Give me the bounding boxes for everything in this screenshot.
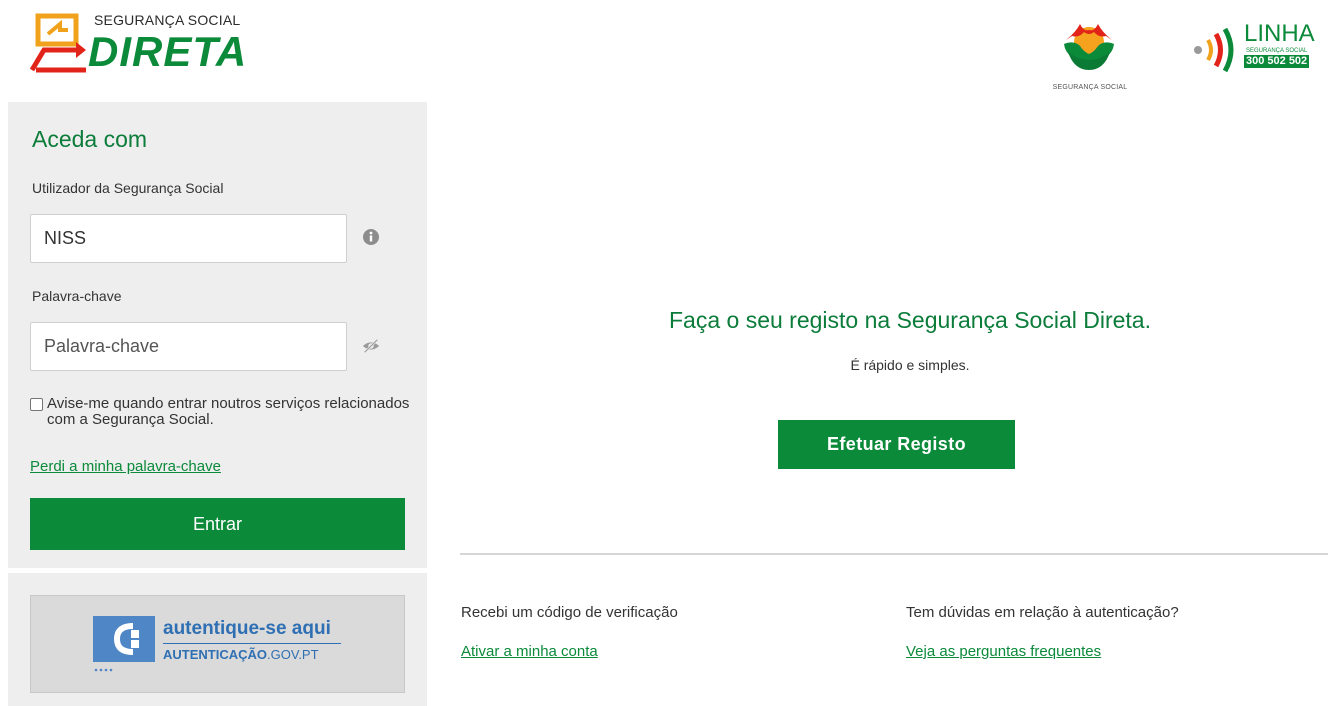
login-panel: Aceda com Utilizador da Segurança Social… <box>8 102 427 568</box>
forgot-password-link[interactable]: Perdi a minha palavra-chave <box>30 458 221 475</box>
ss-direta-logo-icon <box>29 13 86 73</box>
linha-title: LINHA <box>1244 22 1315 47</box>
autenticacao-sub-light: .GOV.PT <box>267 647 319 662</box>
section-divider <box>460 553 1328 555</box>
seguranca-social-logo[interactable]: SEGURANÇA SOCIAL <box>1036 10 1146 96</box>
activate-account-link[interactable]: Ativar a minha conta <box>461 643 598 660</box>
niss-input[interactable] <box>30 214 347 263</box>
linha-phone-number: 300 502 502 <box>1244 55 1310 68</box>
linha-ss-logo[interactable]: LINHA SEGURANÇA SOCIAL 300 502 502 <box>1190 22 1328 82</box>
brand-small-text: SEGURANÇA SOCIAL <box>94 12 241 28</box>
auth-doubts-label: Tem dúvidas em relação à autenticação? <box>906 604 1179 621</box>
info-icon[interactable] <box>362 228 380 246</box>
register-subheading: É rápido e simples. <box>460 357 1328 373</box>
remember-checkbox[interactable] <box>30 398 43 411</box>
autenticacao-gov-icon <box>93 616 155 672</box>
ss-logo-caption: SEGURANÇA SOCIAL <box>1052 84 1128 91</box>
register-heading: Faça o seu registo na Segurança Social D… <box>460 307 1328 334</box>
autenticacao-sub-bold: AUTENTICAÇÃO <box>163 647 267 662</box>
brand-big-text: DIRETA <box>88 28 248 75</box>
password-input[interactable] <box>30 322 347 371</box>
page-header: SEGURANÇA SOCIAL DIRETA SEGURANÇA SOCIAL… <box>0 0 1328 100</box>
autenticacao-main-text: autentique-se aqui <box>163 618 331 639</box>
autenticacao-sub-text: AUTENTICAÇÃO.GOV.PT <box>163 647 319 662</box>
ss-direta-logo[interactable]: SEGURANÇA SOCIAL DIRETA <box>28 8 268 78</box>
remember-text: Avise-me quando entrar noutros serviços … <box>47 395 410 428</box>
login-title: Aceda com <box>32 126 148 152</box>
linha-subtitle: SEGURANÇA SOCIAL <box>1246 48 1308 54</box>
login-button[interactable]: Entrar <box>30 498 405 550</box>
seguranca-social-emblem-icon <box>1064 24 1114 70</box>
sound-waves-icon <box>1194 28 1234 72</box>
autenticacao-panel: autentique-se aqui AUTENTICAÇÃO.GOV.PT <box>8 573 427 706</box>
verification-code-label: Recebi um código de verificação <box>461 604 678 621</box>
autenticacao-gov-logo: autentique-se aqui AUTENTICAÇÃO.GOV.PT <box>93 616 351 676</box>
faq-link[interactable]: Veja as perguntas frequentes <box>906 643 1101 660</box>
register-heading-text: Faça o seu registo na Segurança Social D… <box>669 307 1151 333</box>
register-subheading-text: É rápido e simples. <box>850 357 970 373</box>
register-button[interactable]: Efetuar Registo <box>778 420 1015 469</box>
user-label: Utilizador da Segurança Social <box>32 180 224 196</box>
autenticacao-gov-button[interactable]: autentique-se aqui AUTENTICAÇÃO.GOV.PT <box>30 595 405 693</box>
autenticacao-divider <box>163 643 341 644</box>
remember-option[interactable]: Avise-me quando entrar noutros serviços … <box>30 396 410 428</box>
password-label: Palavra-chave <box>32 288 122 304</box>
eye-slash-icon[interactable] <box>362 337 380 355</box>
